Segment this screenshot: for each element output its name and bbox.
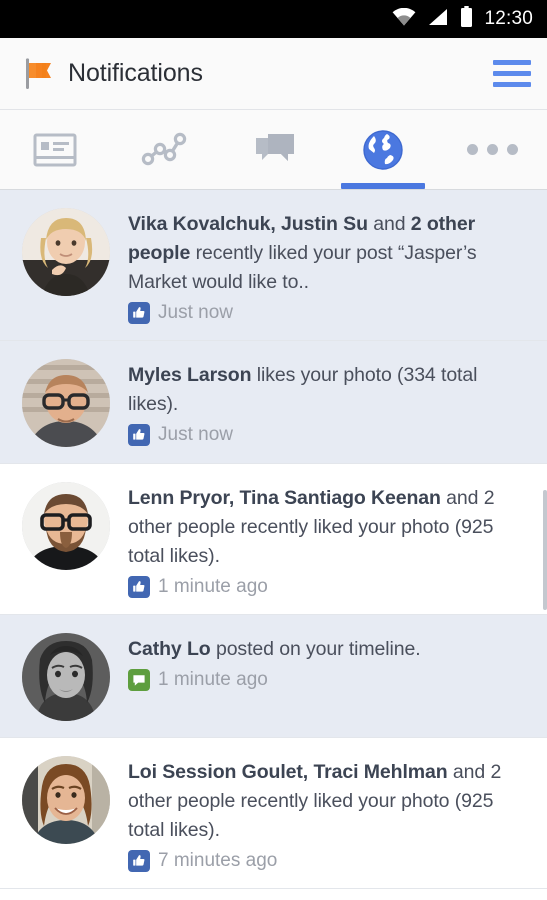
notification-detail: and bbox=[367, 213, 411, 235]
status-bar: 12:30 bbox=[0, 0, 547, 38]
page-title: Notifications bbox=[68, 59, 203, 87]
globe-icon bbox=[363, 129, 403, 170]
notification-item[interactable]: Cathy Lo posted on your timeline. 1 minu… bbox=[0, 615, 547, 738]
notification-body: Cathy Lo posted on your timeline. 1 minu… bbox=[128, 633, 531, 691]
tab-news-feed[interactable] bbox=[0, 110, 109, 189]
hamburger-bar bbox=[493, 71, 531, 76]
messages-icon bbox=[255, 133, 294, 161]
like-icon bbox=[128, 850, 150, 872]
tab-indicator bbox=[341, 183, 425, 189]
friend-requests-icon bbox=[141, 132, 187, 165]
notification-timestamp: 1 minute ago bbox=[158, 576, 268, 597]
bearded-man-avatar[interactable] bbox=[22, 482, 110, 570]
hamburger-bar bbox=[493, 60, 531, 65]
tab-more[interactable] bbox=[438, 110, 547, 189]
actor-name: Cathy Lo bbox=[128, 638, 211, 660]
notification-item[interactable]: Vika Kovalchuk, Justin Su and 2 other pe… bbox=[0, 190, 547, 341]
blonde-woman-avatar[interactable] bbox=[22, 208, 110, 296]
dot bbox=[506, 144, 518, 155]
tab-bar bbox=[0, 110, 547, 190]
notification-body: Lenn Pryor, Tina Santiago Keenan and 2 o… bbox=[128, 482, 531, 598]
notification-meta: 7 minutes ago bbox=[128, 850, 531, 872]
tab-friend-requests[interactable] bbox=[109, 110, 218, 189]
comment-icon bbox=[128, 669, 150, 691]
flag-icon bbox=[22, 57, 56, 91]
news-feed-icon bbox=[33, 133, 77, 166]
hamburger-bar bbox=[493, 82, 531, 87]
notification-detail: posted on your timeline. bbox=[210, 638, 421, 660]
notification-text: Loi Session Goulet, Traci Mehlman and 2 … bbox=[128, 758, 531, 845]
notification-meta: 1 minute ago bbox=[128, 669, 531, 691]
notification-meta: Just now bbox=[128, 302, 531, 324]
notification-meta: 1 minute ago bbox=[128, 576, 531, 598]
notification-item[interactable]: Lenn Pryor, Tina Santiago Keenan and 2 o… bbox=[0, 464, 547, 615]
notification-text: Myles Larson likes your photo (334 total… bbox=[128, 361, 531, 419]
more-dots-icon bbox=[466, 144, 518, 155]
smiling-woman-avatar[interactable] bbox=[22, 756, 110, 844]
like-icon bbox=[128, 302, 150, 324]
man-with-glasses-avatar[interactable] bbox=[22, 359, 110, 447]
wifi-icon bbox=[392, 7, 416, 31]
notification-timestamp: Just now bbox=[158, 302, 233, 323]
notification-text: Vika Kovalchuk, Justin Su and 2 other pe… bbox=[128, 210, 531, 297]
like-icon bbox=[128, 576, 150, 598]
notification-timestamp: Just now bbox=[158, 424, 233, 445]
dot bbox=[466, 144, 478, 155]
actor-name: Lenn Pryor, Tina Santiago Keenan bbox=[128, 487, 441, 509]
dot bbox=[486, 144, 498, 155]
notification-text: Lenn Pryor, Tina Santiago Keenan and 2 o… bbox=[128, 484, 531, 571]
actor-name: Loi Session Goulet, Traci Mehlman bbox=[128, 761, 448, 783]
notification-body: Myles Larson likes your photo (334 total… bbox=[128, 359, 531, 446]
scrollbar-thumb[interactable] bbox=[543, 490, 547, 610]
like-icon bbox=[128, 424, 150, 446]
cellular-signal-icon bbox=[427, 8, 449, 31]
notification-text: Cathy Lo posted on your timeline. bbox=[128, 635, 531, 664]
notification-timestamp: 1 minute ago bbox=[158, 669, 268, 690]
tab-messages[interactable] bbox=[219, 110, 328, 189]
app-header: Notifications bbox=[0, 38, 547, 110]
bw-woman-avatar[interactable] bbox=[22, 633, 110, 721]
notification-item[interactable]: Loi Session Goulet, Traci Mehlman and 2 … bbox=[0, 738, 547, 889]
tab-notifications[interactable] bbox=[328, 110, 437, 189]
actor-name: Vika Kovalchuk, Justin Su bbox=[128, 213, 368, 235]
notification-item[interactable]: Myles Larson likes your photo (334 total… bbox=[0, 341, 547, 464]
battery-icon bbox=[460, 6, 473, 32]
notification-body: Vika Kovalchuk, Justin Su and 2 other pe… bbox=[128, 208, 531, 324]
notification-body: Loi Session Goulet, Traci Mehlman and 2 … bbox=[128, 756, 531, 872]
hamburger-menu-icon[interactable] bbox=[493, 56, 531, 91]
actor-name: Myles Larson bbox=[128, 364, 252, 386]
notification-timestamp: 7 minutes ago bbox=[158, 850, 278, 871]
notification-list[interactable]: Vika Kovalchuk, Justin Su and 2 other pe… bbox=[0, 190, 547, 900]
notification-meta: Just now bbox=[128, 424, 531, 446]
status-clock: 12:30 bbox=[484, 8, 533, 29]
